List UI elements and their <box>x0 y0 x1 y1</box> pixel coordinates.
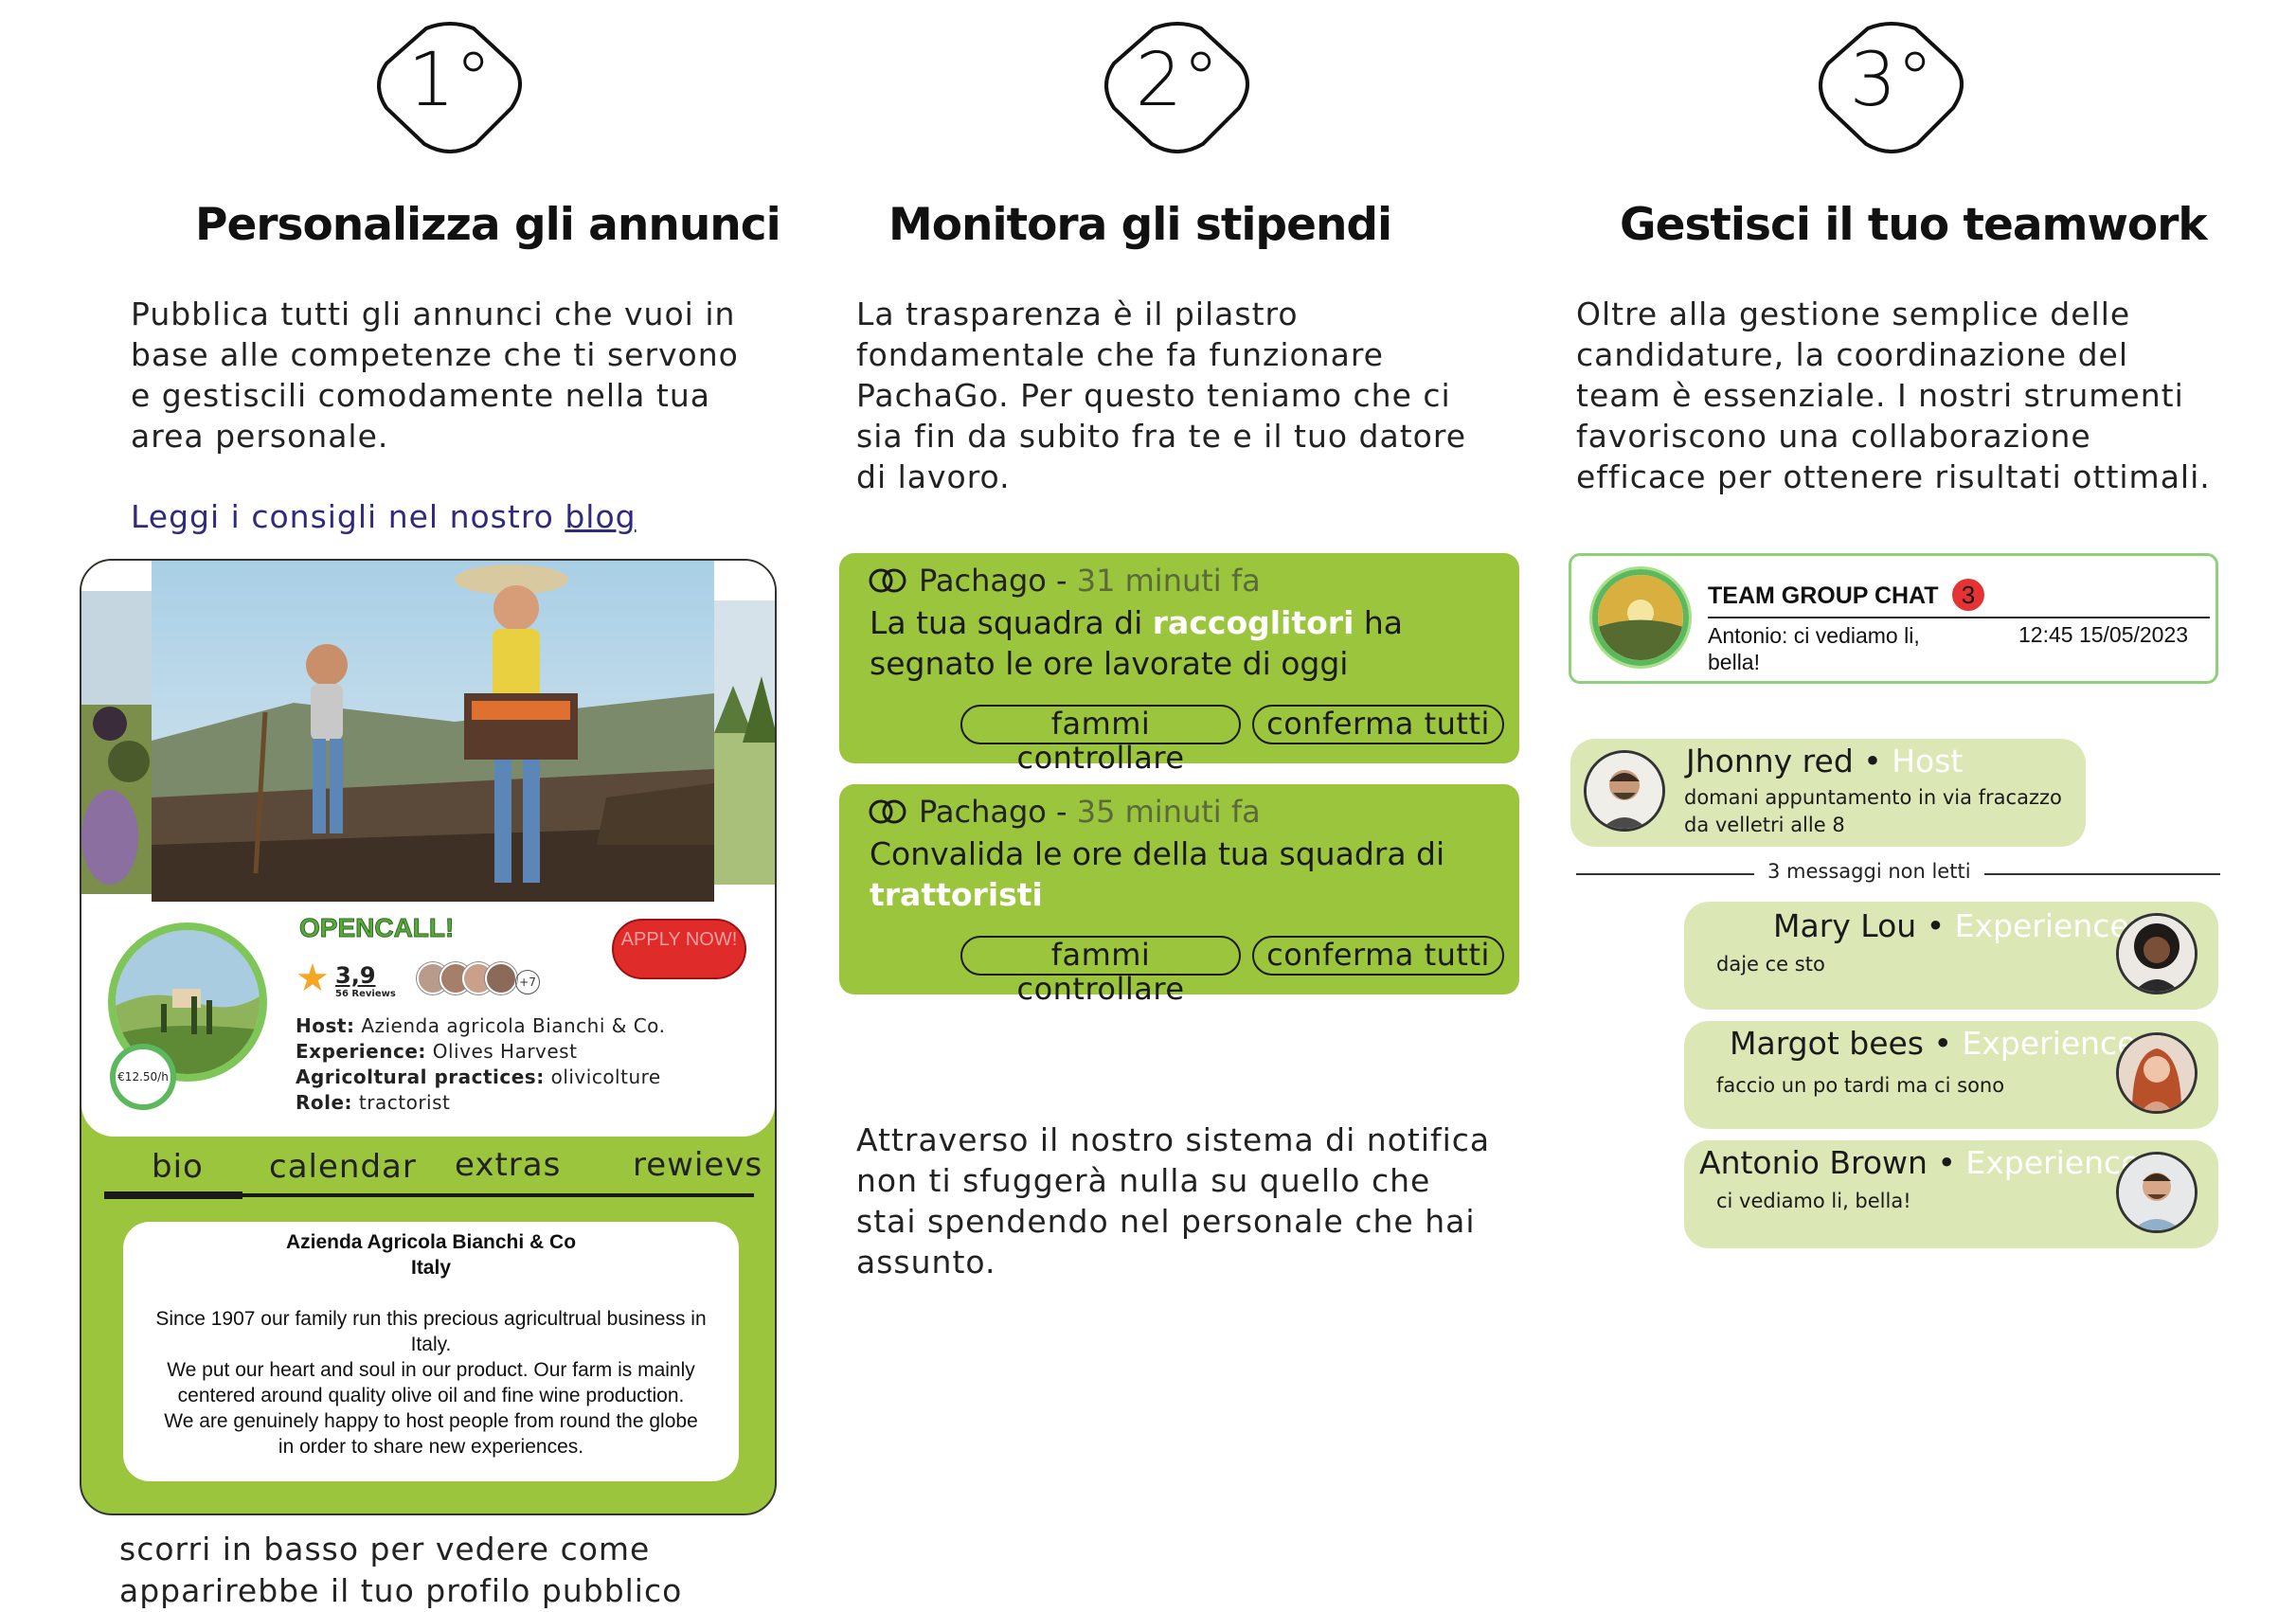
tab-bio[interactable]: bio <box>152 1148 204 1186</box>
farm-workers-photo <box>152 561 714 902</box>
pachago-logo-icon <box>869 568 906 593</box>
pachago-logo-icon <box>869 799 906 824</box>
column-3-paragraph: Oltre alla gestione semplice delle candi… <box>1576 296 2211 495</box>
step-2-badge: 2° <box>1097 21 1258 153</box>
active-tab-indicator <box>104 1191 242 1199</box>
team-last-message: Antonio: ci vediamo li, bella! <box>1708 623 1920 674</box>
chat-message[interactable]: Mary Lou • Experiencer daje ce sto <box>1684 902 2218 1010</box>
info-row-host: Host: Azienda agricola Bianchi & Co. <box>296 1014 666 1037</box>
step-1-badge: 1° <box>369 21 530 153</box>
crew-name-highlight: trattoristi <box>870 876 1043 913</box>
message-text: faccio un po tardi ma ci sono <box>1716 1074 2005 1097</box>
column-2-footer-paragraph: Attraverso il nostro sistema di notifica… <box>856 1121 1491 1281</box>
avatar[interactable] <box>2116 1152 2197 1233</box>
notification-header: Pachago - 31 minuti fa <box>868 563 1261 599</box>
confirm-all-button[interactable]: conferma tutti <box>1252 705 1504 744</box>
bio-panel: Azienda Agricola Bianchi & Co Italy Sinc… <box>123 1222 739 1481</box>
side-photo-right <box>714 600 775 885</box>
sender-name: Mary Lou • Experiencer <box>1773 907 2143 944</box>
info-row-experience: Experience: Olives Harvest <box>296 1040 578 1063</box>
rating-value: 3,9 <box>335 962 376 989</box>
column-1-paragraph: Pubblica tutti gli annunci che vuoi in b… <box>131 296 739 455</box>
sender-name: Margot bees • Experiencer <box>1730 1025 2150 1062</box>
bio-text-2: We put our heart and soul in our product… <box>167 1359 695 1406</box>
blog-line: Leggi i consigli nel nostro blog <box>131 498 637 535</box>
unread-divider-label: 3 messaggi non letti <box>1754 860 1984 883</box>
blog-link[interactable]: blog <box>565 498 636 535</box>
avatar[interactable] <box>1584 750 1665 832</box>
column-3-title: Gestisci il tuo teamwork <box>1620 199 2208 251</box>
reviews-count[interactable]: 56 Reviews <box>335 989 396 999</box>
card-top-section: €12.50/h OPENCALL! APPLY NOW! ★ 3,9 56 R… <box>81 561 775 1137</box>
sender-name: Jhonny red • Host <box>1686 743 1964 779</box>
star-icon: ★ <box>296 957 330 1000</box>
tab-extras[interactable]: extras <box>455 1146 561 1184</box>
bio-subtitle: Italy <box>410 1257 452 1279</box>
profile-tabs: bio calendar extras rewievs <box>104 1138 762 1199</box>
price-badge: €12.50/h <box>110 1044 176 1110</box>
team-chat-title: TEAM GROUP CHAT <box>1708 582 1939 609</box>
column-2-title: Monitora gli stipendi <box>888 199 1392 251</box>
notification-time: 31 minuti fa <box>1076 563 1261 599</box>
step-3-badge: 3° <box>1811 21 1972 153</box>
opencall-badge: OPENCALL! <box>298 913 455 943</box>
notification-sender: Pachago <box>919 794 1047 830</box>
column-2-paragraph: La trasparenza è il pilastro fondamental… <box>856 296 1466 495</box>
message-text: ci vediamo li, bella! <box>1716 1190 1911 1212</box>
scroll-note-line-2: apparirebbe il tuo profilo pubblico <box>119 1572 683 1609</box>
notification-body: La tua squadra di raccoglitori ha segnat… <box>870 604 1404 682</box>
notification-2[interactable]: Pachago - 35 minuti fa Convalida le ore … <box>839 784 1519 1006</box>
message-text: daje ce sto <box>1716 953 1825 976</box>
team-chat-divider <box>1708 617 2210 618</box>
team-last-timestamp: 12:45 15/05/2023 <box>2018 622 2189 647</box>
participant-avatars[interactable] <box>417 962 517 994</box>
step-1-number: 1° <box>407 38 493 123</box>
chat-message[interactable]: Margot bees • Experiencer faccio un po t… <box>1684 1021 2218 1129</box>
header-separator: - <box>1046 794 1077 830</box>
team-group-chat[interactable]: TEAM GROUP CHAT 3 Antonio: ci vediamo li… <box>1569 553 2218 684</box>
bio-text-1: Since 1907 our family run this precious … <box>155 1308 707 1355</box>
listing-info: Host: Azienda agricola Bianchi & Co. Exp… <box>296 1013 665 1116</box>
info-row-practices: Agricoltural practices: olivicolture <box>296 1066 661 1088</box>
notification-time: 35 minuti fa <box>1076 794 1261 830</box>
notification-body: Convalida le ore della tua squadra di tr… <box>870 835 1445 913</box>
team-avatar <box>1592 569 1689 666</box>
info-row-role: Role: tractorist <box>296 1091 451 1114</box>
scroll-note-line-1: scorri in basso per vedere come <box>119 1531 651 1567</box>
confirm-all-button[interactable]: conferma tutti <box>1252 936 1504 976</box>
notification-sender: Pachago <box>919 563 1047 599</box>
blog-prefix: Leggi i consigli nel nostro <box>131 498 554 535</box>
avatar[interactable] <box>2116 913 2197 994</box>
chat-message[interactable]: Antonio Brown • Experiencer ci vediamo l… <box>1684 1140 2218 1248</box>
side-photo-left <box>81 591 152 894</box>
scroll-note: scorri in basso per vedere come apparire… <box>119 1529 682 1612</box>
bio-text-3: We are genuinely happy to host people fr… <box>164 1410 698 1458</box>
message-text: domani appuntamento in via fracazzo da v… <box>1684 786 2062 836</box>
avatar[interactable] <box>2116 1032 2197 1114</box>
more-participants-badge[interactable]: +7 <box>515 970 540 994</box>
public-profile-card: €12.50/h OPENCALL! APPLY NOW! ★ 3,9 56 R… <box>80 559 777 1515</box>
apply-now-button[interactable]: APPLY NOW! <box>612 919 746 979</box>
unread-count-badge: 3 <box>1952 579 1984 611</box>
crew-name-highlight: raccoglitori <box>1152 604 1354 641</box>
check-button[interactable]: fammi controllare <box>960 936 1241 1006</box>
step-3-number: 3° <box>1849 38 1934 123</box>
check-button[interactable]: fammi controllare <box>960 705 1241 775</box>
participant-avatar <box>485 962 517 994</box>
column-1-title: Personalizza gli annunci <box>195 199 781 251</box>
notification-header: Pachago - 35 minuti fa <box>868 794 1261 830</box>
header-separator: - <box>1046 563 1077 599</box>
sender-name: Antonio Brown • Experiencer <box>1699 1144 2154 1181</box>
tab-calendar[interactable]: calendar <box>269 1148 417 1186</box>
notification-1[interactable]: Pachago - 31 minuti fa La tua squadra di… <box>839 553 1519 775</box>
tab-reviews[interactable]: rewievs <box>633 1146 762 1184</box>
chat-message[interactable]: Jhonny red • Host domani appuntamento in… <box>1570 739 2086 847</box>
bio-title: Azienda Agricola Bianchi & Co <box>285 1231 577 1253</box>
step-2-number: 2° <box>1135 38 1220 123</box>
